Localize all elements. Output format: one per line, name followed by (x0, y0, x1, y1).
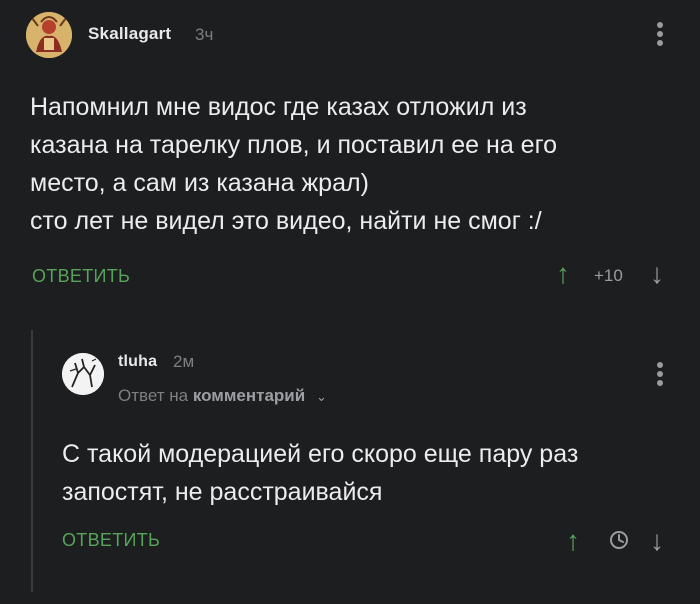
vote-score: +10 (594, 266, 623, 285)
chevron-down-icon[interactable]: ⌄ (316, 389, 327, 404)
username[interactable]: Skallagart (88, 24, 171, 44)
avatar[interactable] (62, 353, 104, 395)
more-vertical-icon[interactable] (655, 22, 665, 52)
comment-line: место, а сам из казана жрал) (30, 169, 369, 197)
vote-up-icon[interactable]: ↑ (556, 260, 570, 288)
reply-to-link[interactable]: Ответ на комментарий ⌄ (118, 386, 327, 406)
comment-text: С такой модерацией его скоро еще пару ра… (62, 435, 682, 511)
reply-button[interactable]: ОТВЕТИТЬ (62, 530, 160, 551)
comment-text: Напомнил мне видос где казах отложил из … (30, 88, 670, 240)
vote-down-icon[interactable]: ↓ (650, 527, 664, 555)
comment-line: сто лет не видел это видео, найти не смо… (30, 207, 542, 235)
reply-to-prefix: Ответ на (118, 386, 189, 405)
comment-line: С такой модерацией его скоро еще пару ра… (62, 440, 579, 468)
vote-down-icon[interactable]: ↓ (650, 260, 664, 288)
comment-line: запостят, не расстраивайся (62, 478, 383, 506)
vote-up-icon[interactable]: ↑ (566, 527, 580, 555)
username[interactable]: tluha (118, 353, 157, 371)
reply-to-target[interactable]: комментарий (193, 386, 305, 405)
avatar[interactable] (26, 12, 72, 58)
clock-icon (609, 530, 629, 550)
more-vertical-icon[interactable] (655, 362, 665, 392)
comment-line: казана на тарелку плов, и поставил ее на… (30, 131, 558, 159)
timestamp: 2м (173, 352, 195, 371)
timestamp: 3ч (195, 25, 214, 44)
comment-line: Напомнил мне видос где казах отложил из (30, 93, 527, 121)
thread-line[interactable] (31, 330, 33, 592)
reply-button[interactable]: ОТВЕТИТЬ (32, 266, 130, 287)
